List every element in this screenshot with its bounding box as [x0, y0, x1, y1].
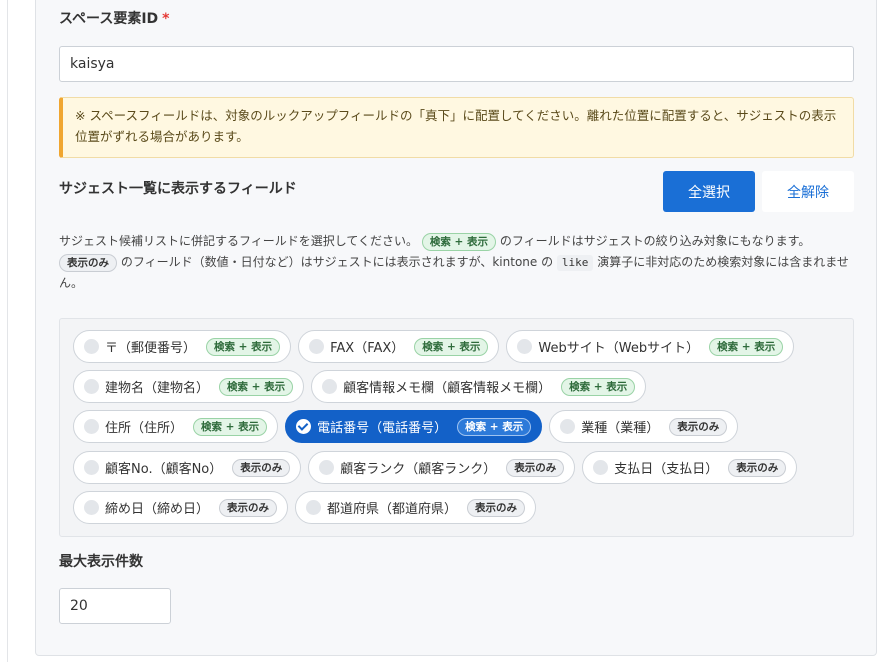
- field-row-1: 〒（郵便番号） 検索 + 表示 FAX（FAX） 検索 + 表示 Webサイト（Webサ…: [73, 330, 795, 363]
- tag-search-display: 検索 + 表示: [421, 232, 496, 251]
- field-chip-label: 支払日（支払日）: [614, 462, 719, 477]
- radio-icon: [319, 460, 335, 475]
- tag-search-display: 検索 + 表示: [561, 377, 636, 396]
- suggest-description: サジェスト候補リストに併記するフィールドを選択してください。 検索 + 表示 の…: [59, 231, 859, 294]
- field-chip-label: 締め日（締め日）: [105, 502, 210, 517]
- tag-display-only: 表示のみ: [669, 417, 728, 436]
- field-chip-label: 顧客情報メモ欄（顧客情報メモ欄）: [343, 381, 552, 396]
- field-chip-label: 住所（住所）: [105, 421, 184, 436]
- space-id-label: スペース要素ID *: [59, 8, 169, 28]
- tag-search-display: 検索 + 表示: [206, 337, 281, 356]
- tag-display-only: 表示のみ: [467, 498, 526, 517]
- field-chip-label: 業種（業種）: [581, 421, 660, 436]
- radio-icon: [84, 500, 99, 515]
- required-mark: *: [162, 11, 170, 27]
- radio-icon: [84, 460, 99, 475]
- space-id-input[interactable]: [59, 46, 854, 82]
- field-row-2: 建物名（建物名） 検索 + 表示 顧客情報メモ欄（顧客情報メモ欄） 検索 + 表示: [73, 370, 647, 403]
- max-count-input[interactable]: [59, 588, 171, 624]
- radio-icon: [84, 379, 99, 394]
- field-row-3: 住所（住所） 検索 + 表示 電話番号（電話番号） 検索 + 表示 業種（業種） 表示のみ: [73, 410, 739, 443]
- tag-search-display: 検索 + 表示: [219, 377, 294, 396]
- radio-icon: [517, 339, 533, 354]
- field-row-5: 締め日（締め日） 表示のみ 都道府県（都道府県） 表示のみ: [73, 491, 537, 524]
- radio-icon: [84, 339, 99, 354]
- left-rail: [0, 0, 8, 662]
- field-chip[interactable]: Webサイト（Webサイト） 検索 + 表示: [506, 330, 795, 363]
- field-chip[interactable]: 都道府県（都道府県） 表示のみ: [295, 491, 537, 524]
- tag-display-only: 表示のみ: [728, 458, 787, 477]
- like-operator-code: like: [556, 255, 594, 271]
- field-chip[interactable]: 締め日（締め日） 表示のみ: [73, 491, 289, 524]
- placement-notice-text: ※ スペースフィールドは、対象のルックアップフィールドの「真下」に配置してくださ…: [75, 108, 837, 144]
- tag-display-only: 表示のみ: [506, 458, 565, 477]
- field-chip-label: 顧客ランク（顧客ランク）: [340, 462, 497, 477]
- radio-icon: [322, 379, 338, 394]
- desc-text-2: のフィールドはサジェストの絞り込み対象にもなります。: [499, 234, 811, 248]
- check-icon: [296, 419, 312, 434]
- tag-search-display: 検索 + 表示: [193, 417, 268, 436]
- space-id-label-text: スペース要素ID: [59, 11, 159, 27]
- tag-search-display: 検索 + 表示: [709, 337, 784, 356]
- tag-display-only: 表示のみ: [219, 498, 278, 517]
- field-chip-label: 電話番号（電話番号）: [317, 421, 448, 436]
- field-chip[interactable]: 業種（業種） 表示のみ: [549, 410, 739, 443]
- tag-search-display: 検索 + 表示: [414, 337, 489, 356]
- field-chip[interactable]: 支払日（支払日） 表示のみ: [582, 451, 798, 484]
- tag-search-display: 検索 + 表示: [457, 417, 532, 436]
- desc-text-1: サジェスト候補リストに併記するフィールドを選択してください。: [59, 234, 419, 248]
- placement-notice: ※ スペースフィールドは、対象のルックアップフィールドの「真下」に配置してくださ…: [59, 97, 854, 158]
- desc-text-3: のフィールド（数値・日付など）はサジェストには表示されますが、kintone の: [120, 255, 554, 269]
- field-chip-label: Webサイト（Webサイト）: [538, 341, 700, 356]
- field-chip-label: 顧客No.（顧客No）: [105, 462, 223, 477]
- field-chip[interactable]: 電話番号（電話番号） 検索 + 表示: [285, 410, 543, 443]
- field-chip[interactable]: 顧客ランク（顧客ランク） 表示のみ: [308, 451, 576, 484]
- field-chip-label: 〒（郵便番号）: [105, 341, 197, 356]
- radio-icon: [593, 460, 609, 475]
- field-chip[interactable]: 〒（郵便番号） 検索 + 表示: [73, 330, 292, 363]
- radio-icon: [309, 339, 325, 354]
- field-chip-label: 都道府県（都道府県）: [327, 502, 458, 517]
- suggest-fields-label: サジェスト一覧に表示するフィールド: [59, 181, 297, 197]
- max-count-label: 最大表示件数: [59, 554, 143, 570]
- radio-icon: [84, 419, 99, 434]
- field-chip[interactable]: 顧客情報メモ欄（顧客情報メモ欄） 検索 + 表示: [311, 370, 647, 403]
- field-chip-label: FAX（FAX）: [330, 341, 405, 356]
- field-chip[interactable]: 住所（住所） 検索 + 表示: [73, 410, 279, 443]
- field-chip[interactable]: 顧客No.（顧客No） 表示のみ: [73, 451, 302, 484]
- field-chip[interactable]: 建物名（建物名） 検索 + 表示: [73, 370, 305, 403]
- radio-icon: [560, 419, 576, 434]
- field-chip[interactable]: FAX（FAX） 検索 + 表示: [298, 330, 500, 363]
- select-all-button[interactable]: 全選択: [663, 171, 755, 212]
- field-row-4: 顧客No.（顧客No） 表示のみ 顧客ランク（顧客ランク） 表示のみ 支払日（支払日）表…: [73, 451, 798, 484]
- field-chip-label: 建物名（建物名）: [105, 381, 210, 396]
- tag-display-only: 表示のみ: [232, 458, 291, 477]
- deselect-all-button[interactable]: 全解除: [762, 171, 854, 212]
- radio-icon: [306, 500, 322, 515]
- tag-display-only: 表示のみ: [59, 253, 117, 272]
